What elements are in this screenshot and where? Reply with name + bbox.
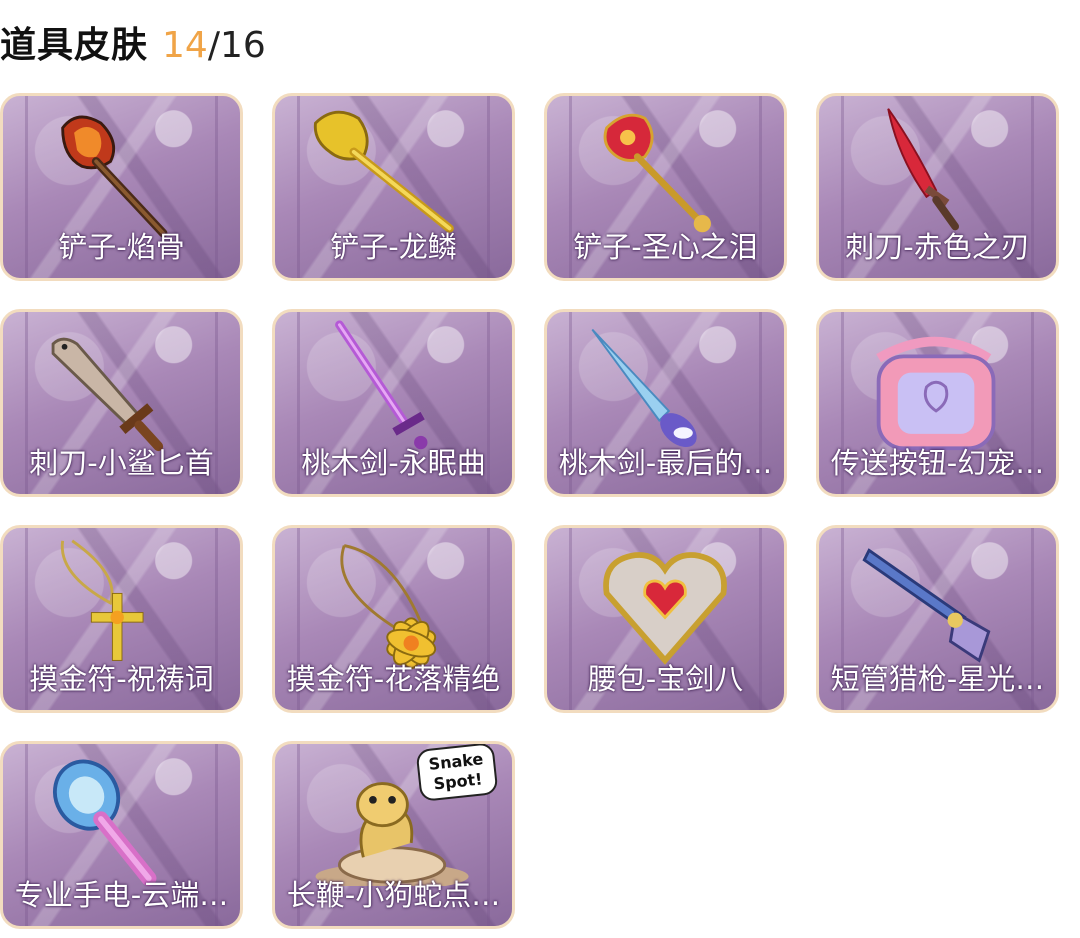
amulet-icon [3, 536, 240, 670]
skin-name: 铲子-焰骨 [58, 230, 185, 264]
sword-icon [275, 320, 512, 454]
skin-name: 摸金符-祝祷词 [29, 662, 214, 696]
skin-name: 长鞭-小狗蛇点… [286, 878, 501, 912]
skin-count: 14/16 [162, 25, 266, 66]
pouch-icon [547, 536, 784, 670]
count-separator: / [207, 25, 220, 66]
skin-card[interactable]: Snake Spot! 长鞭-小狗蛇点… [272, 741, 515, 929]
sword-icon [547, 320, 784, 454]
skin-card[interactable]: 桃木剑-最后的… [544, 309, 787, 497]
skin-name: 传送按钮-幻宠… [830, 446, 1045, 480]
skin-name: 专业手电-云端… [14, 878, 229, 912]
flashlight-icon [3, 752, 240, 886]
skin-card[interactable]: 摸金符-花落精绝 [272, 525, 515, 713]
skin-name: 刺刀-赤色之刃 [845, 230, 1030, 264]
skin-grid: 铲子-焰骨 铲子-龙鳞 铲子-圣心之泪 刺刀-赤色之刃 刺刀-小鲨匕首 桃木剑-… [0, 93, 1080, 929]
section-title: 道具皮肤 [0, 25, 149, 66]
skin-card[interactable]: 短管猎枪-星光… [816, 525, 1059, 713]
section-header: 道具皮肤 14/16 [0, 16, 266, 66]
skin-card[interactable]: 摸金符-祝祷词 [0, 525, 243, 713]
skin-card[interactable]: 桃木剑-永眠曲 [272, 309, 515, 497]
skin-card[interactable]: 腰包-宝剑八 [544, 525, 787, 713]
skin-name: 短管猎枪-星光… [830, 662, 1045, 696]
shovel-icon [547, 104, 784, 238]
snake-spot-sticker: Snake Spot! [415, 744, 499, 802]
skin-card[interactable]: 专业手电-云端… [0, 741, 243, 929]
skin-name: 摸金符-花落精绝 [286, 662, 501, 696]
skin-card[interactable]: 铲子-圣心之泪 [544, 93, 787, 281]
amulet-icon [275, 536, 512, 670]
skin-card[interactable]: 铲子-龙鳞 [272, 93, 515, 281]
skin-name: 刺刀-小鲨匕首 [29, 446, 214, 480]
skin-name: 桃木剑-永眠曲 [301, 446, 486, 480]
dagger-icon [3, 320, 240, 454]
teleport-button-icon [819, 320, 1056, 454]
shovel-icon [3, 104, 240, 238]
skin-name: 铲子-圣心之泪 [573, 230, 758, 264]
shovel-icon [275, 104, 512, 238]
skin-card[interactable]: 传送按钮-幻宠… [816, 309, 1059, 497]
owned-count: 14 [162, 25, 208, 66]
skin-name: 桃木剑-最后的… [558, 446, 773, 480]
dagger-icon [819, 104, 1056, 238]
skin-card[interactable]: 铲子-焰骨 [0, 93, 243, 281]
skin-card[interactable]: 刺刀-赤色之刃 [816, 93, 1059, 281]
skin-name: 腰包-宝剑八 [587, 662, 744, 696]
skin-name: 铲子-龙鳞 [330, 230, 457, 264]
total-count: 16 [219, 25, 266, 66]
skin-card[interactable]: 刺刀-小鲨匕首 [0, 309, 243, 497]
shotgun-icon [819, 536, 1056, 670]
